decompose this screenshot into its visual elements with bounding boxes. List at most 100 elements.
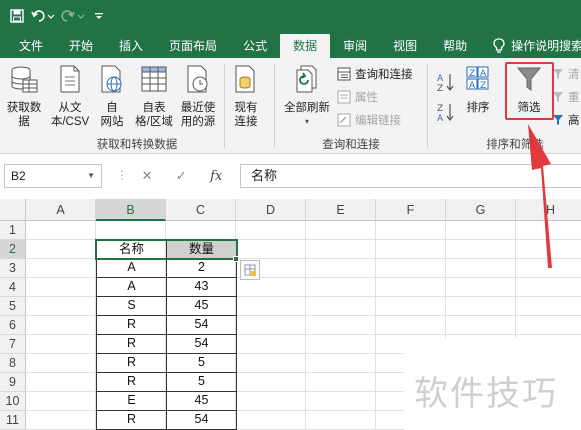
table-cell[interactable]: 54 [166,411,237,430]
row-header-9[interactable]: 9 [0,373,26,392]
customize-qat-icon[interactable] [88,5,110,27]
tab-help[interactable]: 帮助 [430,34,480,58]
from-text-csv-button[interactable]: 从文 本/CSV [48,64,92,129]
sort-button[interactable]: Z A A Z 排序 [460,64,496,115]
sort-dialog-icon: Z A A Z [466,66,489,91]
queries-connections-button[interactable]: 查询和连接 [337,66,413,82]
properties-button[interactable]: 属性 [337,89,378,105]
column-header-g[interactable]: G [446,199,516,221]
column-header-b[interactable]: B [96,199,166,221]
quick-analysis-icon[interactable] [240,260,260,280]
queries-icon [337,67,351,81]
recent-sources-label-1: 最近使 [180,102,216,114]
tab-formulas[interactable]: 公式 [230,34,280,58]
queries-label: 查询和连接 [355,69,413,81]
svg-text:A: A [437,114,444,122]
table-cell[interactable]: 43 [166,278,237,297]
table-cell[interactable]: R [96,411,167,430]
table-cell[interactable]: S [96,297,167,316]
tab-view[interactable]: 视图 [380,34,430,58]
clear-label: 清 [568,69,580,81]
edit-links-button[interactable]: 编辑链接 [337,112,401,128]
watermark-text: 软件技巧 [414,374,558,414]
existing-label-2: 连接 [234,116,258,128]
reapply-button[interactable]: 重 [552,89,580,105]
database-icon [11,66,38,93]
row-header-7[interactable]: 7 [0,335,26,354]
clear-filter-button[interactable]: 清 [552,66,580,82]
table-cell[interactable]: R [96,354,167,373]
advanced-filter-button[interactable]: 高 [552,112,580,128]
table-cell[interactable]: R [96,316,167,335]
table-cell[interactable]: R [96,335,167,354]
table-cell[interactable]: E [96,392,167,411]
tab-file[interactable]: 文件 [6,34,56,58]
table-header-cell[interactable]: 名称 [96,240,167,259]
redo-icon[interactable] [58,5,88,27]
column-header-e[interactable]: E [306,199,376,221]
column-header-f[interactable]: F [376,199,446,221]
table-cell[interactable]: 54 [166,335,237,354]
tell-me-search[interactable]: 操作说明搜索 [480,34,581,58]
table-cell[interactable]: 45 [166,297,237,316]
row-header-6[interactable]: 6 [0,316,26,335]
group-get-transform-label: 获取和转换数据 [96,139,178,151]
column-header-a[interactable]: A [26,199,96,221]
watermark: 软件技巧 [404,338,581,430]
gridline [375,221,376,430]
table-cell[interactable]: R [96,373,167,392]
select-all-corner[interactable] [0,199,26,221]
reapply-label: 重 [568,92,580,104]
tab-review[interactable]: 审阅 [330,34,380,58]
tab-data[interactable]: 数据 [280,34,331,58]
tab-home[interactable]: 开始 [56,34,106,58]
table-cell[interactable]: 45 [166,392,237,411]
fill-handle[interactable] [233,256,239,262]
save-icon[interactable] [6,5,28,27]
cancel-icon[interactable]: ✕ [142,168,153,184]
ribbon-tabs: 文件 开始 插入 页面布局 公式 数据 审阅 视图 帮助 操作说明搜索 [0,32,581,58]
row-header-2[interactable]: 2 [0,240,26,259]
row-header-3[interactable]: 3 [0,259,26,278]
table-cell[interactable]: A [96,278,167,297]
get-data-button[interactable]: 获取数 据 [4,64,44,129]
row-header-11[interactable]: 11 [0,411,26,430]
from-table-button[interactable]: 自表 格/区域 [132,64,176,129]
table-header-cell[interactable]: 数量 [166,240,237,259]
column-header-d[interactable]: D [236,199,306,221]
column-header-c[interactable]: C [166,199,236,221]
table-cell[interactable]: 5 [166,354,237,373]
sort-descending-icon[interactable]: ZA [437,102,455,125]
table-cell[interactable]: 5 [166,373,237,392]
edit-links-label: 编辑链接 [355,115,401,127]
svg-text:Z: Z [480,81,486,91]
column-header-h[interactable]: H [516,199,581,221]
tab-page-layout[interactable]: 页面布局 [156,34,230,58]
name-box[interactable]: B2 ▼ [4,164,102,188]
table-cell[interactable]: 54 [166,316,237,335]
from-web-button[interactable]: 自 网站 [94,64,130,129]
row-header-1[interactable]: 1 [0,221,26,240]
refresh-dropdown-icon[interactable]: ▾ [282,115,332,129]
refresh-all-button[interactable]: 全部刷新 ▾ [282,64,332,129]
row-header-10[interactable]: 10 [0,392,26,411]
tell-me-label: 操作说明搜索 [511,39,581,53]
name-box-value: B2 [11,169,26,183]
filter-highlight-box [505,62,554,120]
existing-connections-button[interactable]: 现有 连接 [228,64,264,129]
from-text-label-1: 从文 [58,102,82,114]
tab-insert[interactable]: 插入 [106,34,156,58]
name-box-dropdown-icon[interactable]: ▼ [87,165,95,187]
row-header-5[interactable]: 5 [0,297,26,316]
undo-icon[interactable] [28,5,58,27]
sort-ascending-icon[interactable]: AZ [437,72,455,95]
table-cell[interactable]: 2 [166,259,237,278]
row-header-4[interactable]: 4 [0,278,26,297]
row-header-8[interactable]: 8 [0,354,26,373]
table-cell[interactable]: A [96,259,167,278]
properties-label: 属性 [355,92,378,104]
insert-function-icon[interactable]: fx [210,169,222,184]
recent-sources-button[interactable]: 最近使 用的源 [176,64,220,129]
enter-icon[interactable]: ✓ [176,168,187,184]
formula-input[interactable]: 名称 [240,164,581,188]
